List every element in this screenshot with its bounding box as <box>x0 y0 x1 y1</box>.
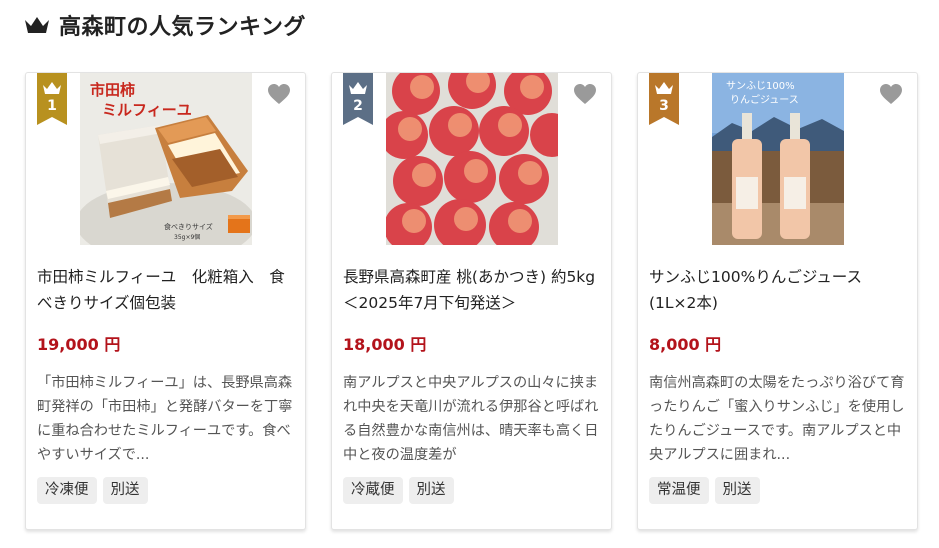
image-caption-line-2: ミルフィーユ <box>102 101 192 119</box>
separate-shipping-tag: 別送 <box>408 477 454 504</box>
favorite-heart-icon[interactable] <box>879 83 903 105</box>
product-image[interactable] <box>386 73 558 245</box>
product-card-2[interactable]: 2 長野県高森町産 桃(あかつき) 約5kg ＜2025年7月下旬発送＞ 18,… <box>331 72 612 530</box>
shipping-tag: 冷蔵便 <box>343 477 403 504</box>
image-caption-line-2: りんごジュース <box>730 93 799 106</box>
separate-shipping-tag: 別送 <box>714 477 760 504</box>
image-note-line-1: 食べきりサイズ <box>164 222 213 231</box>
rank-badge: 1 <box>37 73 67 125</box>
rank-number: 1 <box>47 98 57 114</box>
product-price: 8,000 円 <box>649 335 722 354</box>
product-price: 19,000 円 <box>37 335 121 354</box>
rank-badge: 2 <box>343 73 373 125</box>
separate-shipping-tag: 別送 <box>102 477 148 504</box>
crown-icon <box>25 17 49 33</box>
tag-list: 常温便 別送 <box>649 477 760 504</box>
product-title[interactable]: 市田柿ミルフィーユ 化粧箱入 食べきりサイズ個包装 <box>37 264 295 316</box>
tag-list: 冷凍便 別送 <box>37 477 148 504</box>
product-card-1[interactable]: 市田柿 ミルフィーユ 食べきりサイズ 35g×9個 1 市田柿ミルフィーユ 化粧… <box>25 72 306 530</box>
product-price: 18,000 円 <box>343 335 427 354</box>
rank-number: 3 <box>659 98 669 114</box>
section-title: 高森町の人気ランキング <box>59 15 306 40</box>
image-caption-line-1: サンふじ100% <box>726 80 795 92</box>
product-title[interactable]: 長野県高森町産 桃(あかつき) 約5kg ＜2025年7月下旬発送＞ <box>343 264 601 316</box>
image-note-line-2: 35g×9個 <box>174 233 200 241</box>
product-title[interactable]: サンふじ100%りんごジュース(1L×2本) <box>649 264 907 316</box>
image-caption-line-1: 市田柿 <box>90 81 135 99</box>
product-description: 南信州高森町の太陽をたっぷり浴びて育ったりんご「蜜入りサンふじ」を使用したりんご… <box>649 375 905 463</box>
tag-list: 冷蔵便 別送 <box>343 477 454 504</box>
product-card-3[interactable]: サンふじ100% りんごジュース 3 サンふじ100%りんごジュース(1L×2本… <box>637 72 918 530</box>
shipping-tag: 冷凍便 <box>37 477 97 504</box>
favorite-heart-icon[interactable] <box>267 83 291 105</box>
rank-badge: 3 <box>649 73 679 125</box>
product-image[interactable]: 市田柿 ミルフィーユ 食べきりサイズ 35g×9個 <box>80 73 252 245</box>
product-image[interactable]: サンふじ100% りんごジュース <box>712 73 844 245</box>
section-header: 高森町の人気ランキング <box>24 8 306 42</box>
shipping-tag: 常温便 <box>649 477 709 504</box>
product-description: 南アルプスと中央アルプスの山々に挟まれ中央を天竜川が流れる伊那谷と呼ばれる自然豊… <box>343 375 599 463</box>
product-description: 「市田柿ミルフィーユ」は、長野県高森町発祥の「市田柿」と発酵バターを丁寧に重ね合… <box>37 375 293 463</box>
rank-number: 2 <box>353 98 363 114</box>
favorite-heart-icon[interactable] <box>573 83 597 105</box>
